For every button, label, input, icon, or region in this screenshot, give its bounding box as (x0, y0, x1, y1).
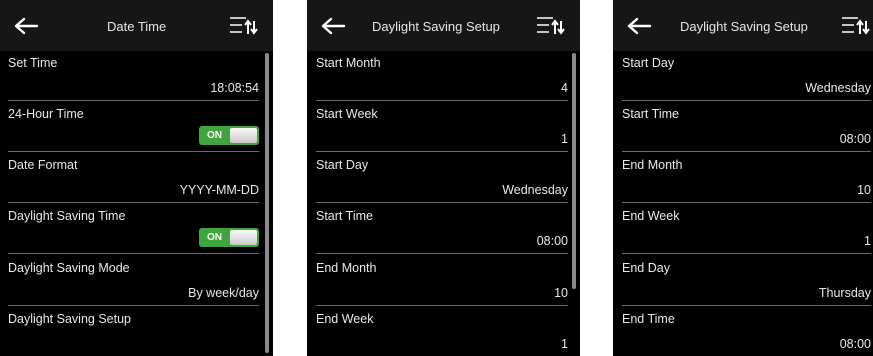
row-label: End Time (622, 312, 675, 326)
row-start-day[interactable]: Start Day Wednesday (622, 51, 871, 101)
row-label: Start Time (316, 209, 373, 223)
row-value: 10 (554, 286, 568, 300)
row-end-time[interactable]: End Time 08:00 (622, 307, 871, 356)
row-label: Daylight Saving Time (8, 209, 126, 223)
row-end-day[interactable]: End Day Thursday (622, 256, 871, 306)
row-start-month[interactable]: Start Month 4 (316, 51, 568, 101)
row-label: Date Format (8, 158, 78, 172)
row-label: End Week (622, 209, 680, 223)
toggle-knob (230, 230, 257, 245)
back-arrow-icon[interactable] (320, 17, 346, 35)
toggle-knob (230, 128, 257, 143)
row-value: YYYY-MM-DD (179, 183, 259, 197)
screen-daylight-saving-setup-1: Daylight Saving Setup Start Month 4 Star… (307, 0, 580, 356)
row-value: 08:00 (839, 132, 871, 146)
row-daylight-saving-mode[interactable]: Daylight Saving Mode By week/day (8, 256, 259, 306)
row-label: Start Time (622, 107, 679, 121)
scrollbar[interactable] (572, 53, 576, 289)
row-label: Set Time (8, 56, 58, 70)
row-label: End Week (316, 312, 374, 326)
row-label: End Day (622, 261, 670, 275)
row-value: Thursday (818, 286, 871, 300)
row-label: End Month (316, 261, 377, 275)
sort-menu-icon[interactable] (536, 16, 566, 36)
page-title: Date Time (107, 19, 167, 34)
row-24-hour-time: 24-Hour Time ON (8, 102, 259, 152)
row-date-format[interactable]: Date Format YYYY-MM-DD (8, 153, 259, 203)
row-end-week[interactable]: End Week 1 (316, 307, 568, 356)
row-value: 18:08:54 (210, 81, 259, 95)
row-label: Daylight Saving Mode (8, 261, 130, 275)
row-start-day[interactable]: Start Day Wednesday (316, 153, 568, 203)
row-value: Wednesday (805, 81, 871, 95)
row-label: Start Month (316, 56, 381, 70)
toggle-on-label: ON (207, 130, 222, 141)
row-value: 1 (561, 337, 568, 351)
toggle-switch[interactable]: ON (199, 126, 259, 145)
row-value: Wednesday (502, 183, 568, 197)
row-label: Start Day (622, 56, 675, 70)
sort-menu-icon[interactable] (841, 16, 871, 36)
header: Daylight Saving Setup (307, 0, 580, 51)
row-value: 1 (561, 132, 568, 146)
header: Date Time (0, 0, 273, 51)
toggle-on-label: ON (207, 232, 222, 243)
screen-date-time: Date Time Set Time 18:08:54 24-Hour Time… (0, 0, 273, 356)
row-end-month[interactable]: End Month 10 (316, 256, 568, 306)
page-title: Daylight Saving Setup (680, 19, 808, 34)
row-start-week[interactable]: Start Week 1 (316, 102, 568, 152)
row-label: 24-Hour Time (8, 107, 84, 121)
row-label: Daylight Saving Setup (8, 312, 131, 326)
row-value: By week/day (188, 286, 259, 300)
screen-daylight-saving-setup-2: Daylight Saving Setup Start Day Wednesda… (613, 0, 873, 356)
row-label: Start Day (316, 158, 369, 172)
row-value: 08:00 (839, 337, 871, 351)
row-end-month[interactable]: End Month 10 (622, 153, 871, 203)
row-end-week[interactable]: End Week 1 (622, 204, 871, 254)
page-title: Daylight Saving Setup (372, 19, 500, 34)
row-daylight-saving-time: Daylight Saving Time ON (8, 204, 259, 254)
back-arrow-icon[interactable] (13, 17, 39, 35)
header: Daylight Saving Setup (613, 0, 873, 51)
row-daylight-saving-setup[interactable]: Daylight Saving Setup (8, 307, 259, 356)
back-arrow-icon[interactable] (626, 17, 652, 35)
row-label: Start Week (316, 107, 378, 121)
row-value: 08:00 (536, 234, 568, 248)
toggle-switch[interactable]: ON (199, 228, 259, 247)
scrollbar[interactable] (265, 53, 269, 353)
row-value: 1 (864, 234, 871, 248)
row-start-time[interactable]: Start Time 08:00 (622, 102, 871, 152)
row-value: 10 (857, 183, 871, 197)
row-value: 4 (561, 81, 568, 95)
row-start-time[interactable]: Start Time 08:00 (316, 204, 568, 254)
row-label: End Month (622, 158, 683, 172)
row-set-time[interactable]: Set Time 18:08:54 (8, 51, 259, 101)
sort-menu-icon[interactable] (229, 16, 259, 36)
